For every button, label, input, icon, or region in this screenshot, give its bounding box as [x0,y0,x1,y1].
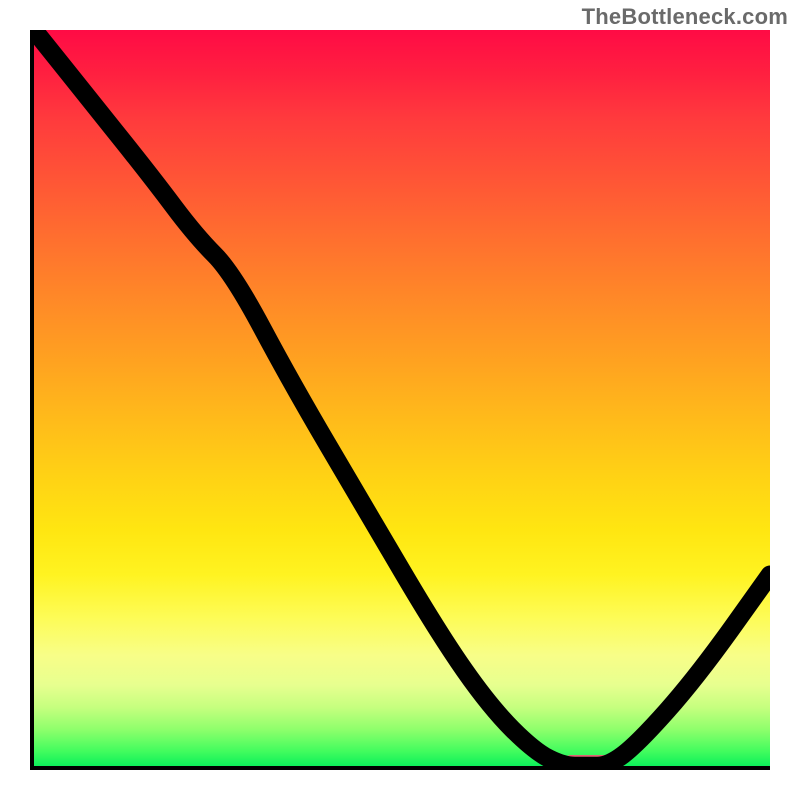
bottleneck-curve [34,30,770,766]
curve-path [34,30,770,766]
plot-area [30,30,770,770]
watermark-text: TheBottleneck.com [582,4,788,30]
chart-frame: TheBottleneck.com [0,0,800,800]
